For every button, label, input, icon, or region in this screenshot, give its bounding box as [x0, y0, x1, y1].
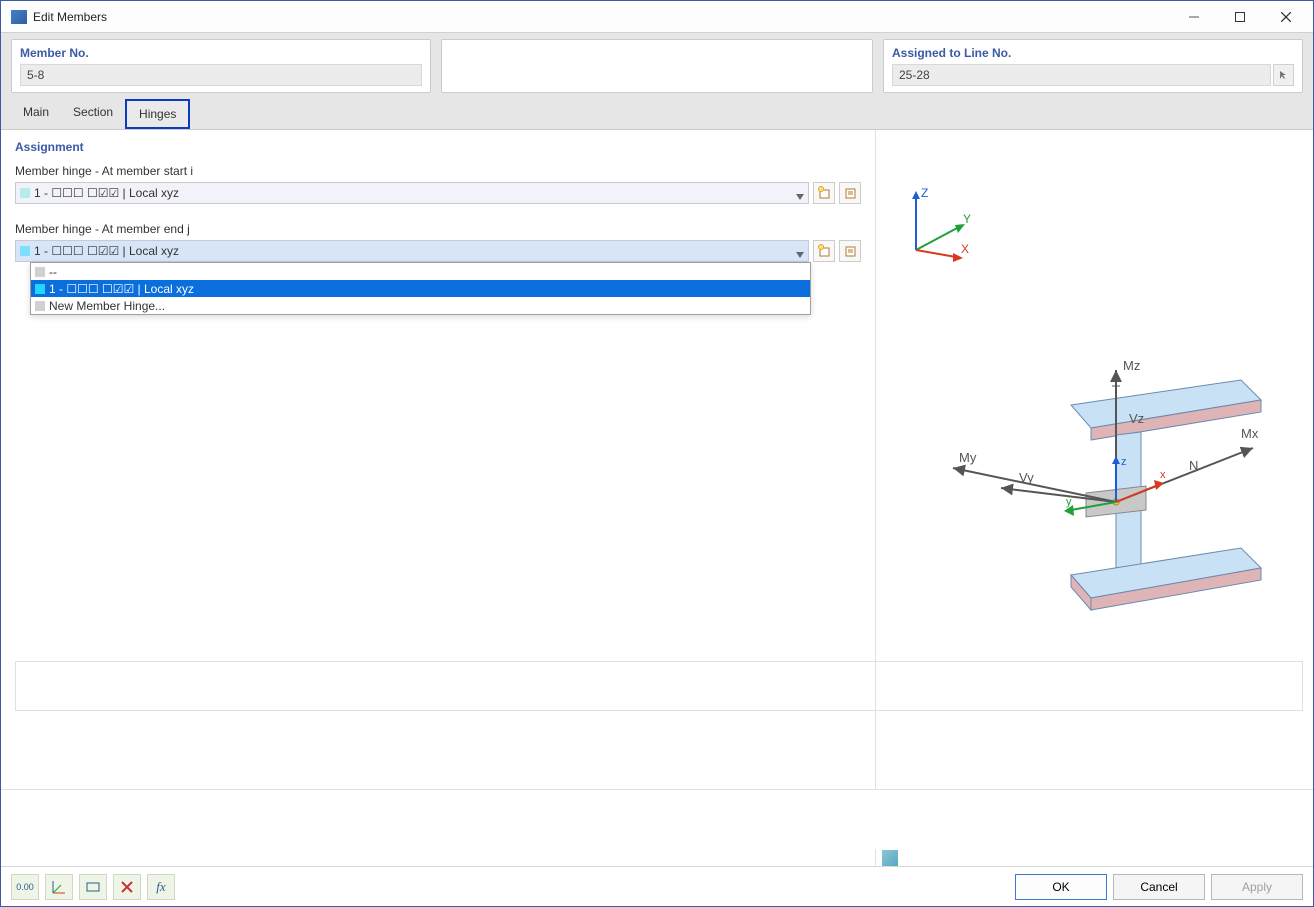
member-axis-button[interactable] [45, 874, 73, 900]
dropdown-option-1-label: 1 - ☐☐☐ ☐☑☑ | Local xyz [49, 282, 194, 296]
hinge-start-dropdown[interactable]: 1 - ☐☐☐ ☐☑☑ | Local xyz [15, 182, 809, 204]
hinge-end-dropdown[interactable]: 1 - ☐☐☐ ☐☑☑ | Local xyz [15, 240, 809, 262]
color-swatch-icon [35, 284, 45, 294]
member-no-label: Member No. [20, 46, 422, 60]
svg-text:Z: Z [921, 186, 928, 200]
cancel-button[interactable]: Cancel [1113, 874, 1205, 900]
pick-line-button[interactable] [1273, 64, 1294, 86]
maximize-button[interactable] [1217, 2, 1263, 32]
delete-button[interactable] [113, 874, 141, 900]
titlebar: Edit Members [1, 1, 1313, 33]
tab-section[interactable]: Section [61, 99, 125, 129]
app-icon [11, 10, 27, 24]
window-title: Edit Members [33, 10, 1171, 24]
edit-file-icon [843, 244, 857, 258]
tab-hinges[interactable]: Hinges [125, 99, 190, 129]
right-panel: Z Y X [876, 130, 1313, 885]
edit-file-icon [843, 186, 857, 200]
viewport-3d[interactable]: Z Y X [876, 130, 1313, 841]
plane-icon [85, 879, 101, 895]
assigned-line-box: Assigned to Line No. [883, 39, 1303, 93]
svg-text:My: My [959, 450, 977, 465]
main-content: Assignment Member hinge - At member star… [1, 130, 1313, 885]
tab-main[interactable]: Main [11, 99, 61, 129]
color-swatch-icon [20, 188, 30, 198]
chevron-down-icon [796, 247, 804, 261]
dropdown-option-blank-label: -- [49, 265, 57, 279]
hinge-start-value: 1 - ☐☐☐ ☐☑☑ | Local xyz [34, 186, 179, 200]
minimize-button[interactable] [1171, 2, 1217, 32]
assignment-title: Assignment [15, 140, 861, 154]
color-swatch-icon [35, 301, 45, 311]
tab-bar: Main Section Hinges [1, 99, 1313, 130]
axis-gizmo-icon: Z Y X [901, 185, 981, 265]
svg-text:Mz: Mz [1123, 358, 1140, 373]
hinge-end-row: 1 - ☐☐☐ ☐☑☑ | Local xyz [15, 240, 861, 262]
new-file-icon [817, 186, 831, 200]
window-controls [1171, 2, 1309, 32]
dropdown-option-new-label: New Member Hinge... [49, 299, 165, 313]
svg-text:Mx: Mx [1241, 426, 1259, 441]
beam-diagram-icon: Mz Vz Mx N My Vy z x y [911, 350, 1271, 640]
close-button[interactable] [1263, 2, 1309, 32]
svg-text:Y: Y [963, 212, 971, 226]
units-button[interactable]: 0.00 [11, 874, 39, 900]
bottom-bar: 0.00 fx OK Cancel Apply [1, 866, 1313, 906]
hinge-start-label: Member hinge - At member start i [15, 164, 861, 178]
hinge-end-value: 1 - ☐☐☐ ☐☑☑ | Local xyz [34, 244, 179, 258]
dropdown-option-blank[interactable]: -- [31, 263, 810, 280]
formula-button[interactable]: fx [147, 874, 175, 900]
header-spacer [441, 39, 873, 93]
assigned-line-label: Assigned to Line No. [892, 46, 1294, 60]
hinge-start-row: 1 - ☐☐☐ ☐☑☑ | Local xyz [15, 182, 861, 204]
edit-hinge-end-button[interactable] [839, 240, 861, 262]
new-hinge-start-button[interactable] [813, 182, 835, 204]
ok-button[interactable]: OK [1015, 874, 1107, 900]
svg-text:y: y [1066, 496, 1072, 508]
new-hinge-end-button[interactable] [813, 240, 835, 262]
delete-icon [119, 879, 135, 895]
hinge-end-dropdown-list[interactable]: -- 1 - ☐☐☐ ☐☑☑ | Local xyz New Member Hi… [30, 262, 811, 315]
header-row: Member No. Assigned to Line No. [1, 33, 1313, 99]
dropdown-option-1[interactable]: 1 - ☐☐☐ ☐☑☑ | Local xyz [31, 280, 810, 297]
svg-text:Vz: Vz [1129, 411, 1144, 426]
svg-text:z: z [1121, 456, 1127, 468]
member-no-box: Member No. [11, 39, 431, 93]
edit-hinge-start-button[interactable] [839, 182, 861, 204]
cursor-icon [1278, 69, 1290, 81]
svg-text:x: x [1160, 469, 1166, 481]
member-no-input[interactable] [20, 64, 422, 86]
svg-text:N: N [1189, 458, 1198, 473]
axis-icon [51, 879, 67, 895]
color-swatch-icon [35, 267, 45, 277]
new-file-icon [817, 244, 831, 258]
bottom-status [1, 789, 1313, 849]
cube-icon[interactable] [882, 850, 898, 866]
svg-text:Vy: Vy [1019, 470, 1034, 485]
chevron-down-icon [796, 189, 804, 203]
assigned-line-input[interactable] [892, 64, 1271, 86]
color-swatch-icon [20, 246, 30, 256]
local-system-button[interactable] [79, 874, 107, 900]
left-panel: Assignment Member hinge - At member star… [1, 130, 876, 885]
hinge-end-label: Member hinge - At member end j [15, 222, 861, 236]
apply-button[interactable]: Apply [1211, 874, 1303, 900]
dropdown-option-new[interactable]: New Member Hinge... [31, 297, 810, 314]
svg-text:X: X [961, 242, 969, 256]
